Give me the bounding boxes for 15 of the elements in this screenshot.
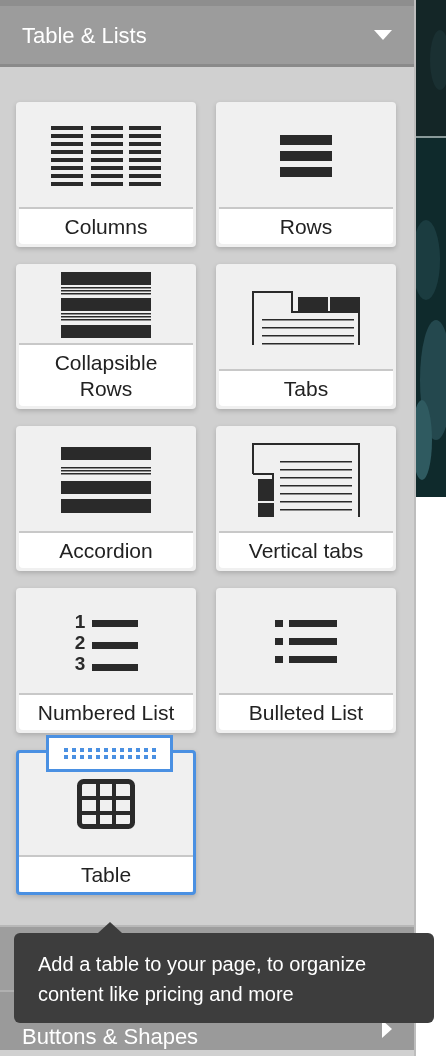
- tile-label: Columns: [19, 207, 193, 244]
- tooltip: Add a table to your page, to organize content like pricing and more: [14, 933, 434, 1023]
- tile-label: Vertical tabs: [219, 531, 393, 568]
- number-marker: 1: [74, 611, 86, 632]
- section-title: Buttons & Shapes: [22, 1023, 199, 1051]
- tile-label: Bulleted List: [219, 693, 393, 730]
- tile-label: Rows: [219, 207, 393, 244]
- tile-label: Collapsible Rows: [19, 343, 193, 406]
- tile-label: Accordion: [19, 531, 193, 568]
- tile-label: Table: [19, 855, 193, 892]
- section-title: Table & Lists: [22, 21, 147, 50]
- number-marker: 2: [74, 632, 86, 653]
- tile-label: Numbered List: [19, 693, 193, 730]
- tile-label: Tabs: [219, 369, 393, 406]
- number-marker: 3: [74, 653, 86, 674]
